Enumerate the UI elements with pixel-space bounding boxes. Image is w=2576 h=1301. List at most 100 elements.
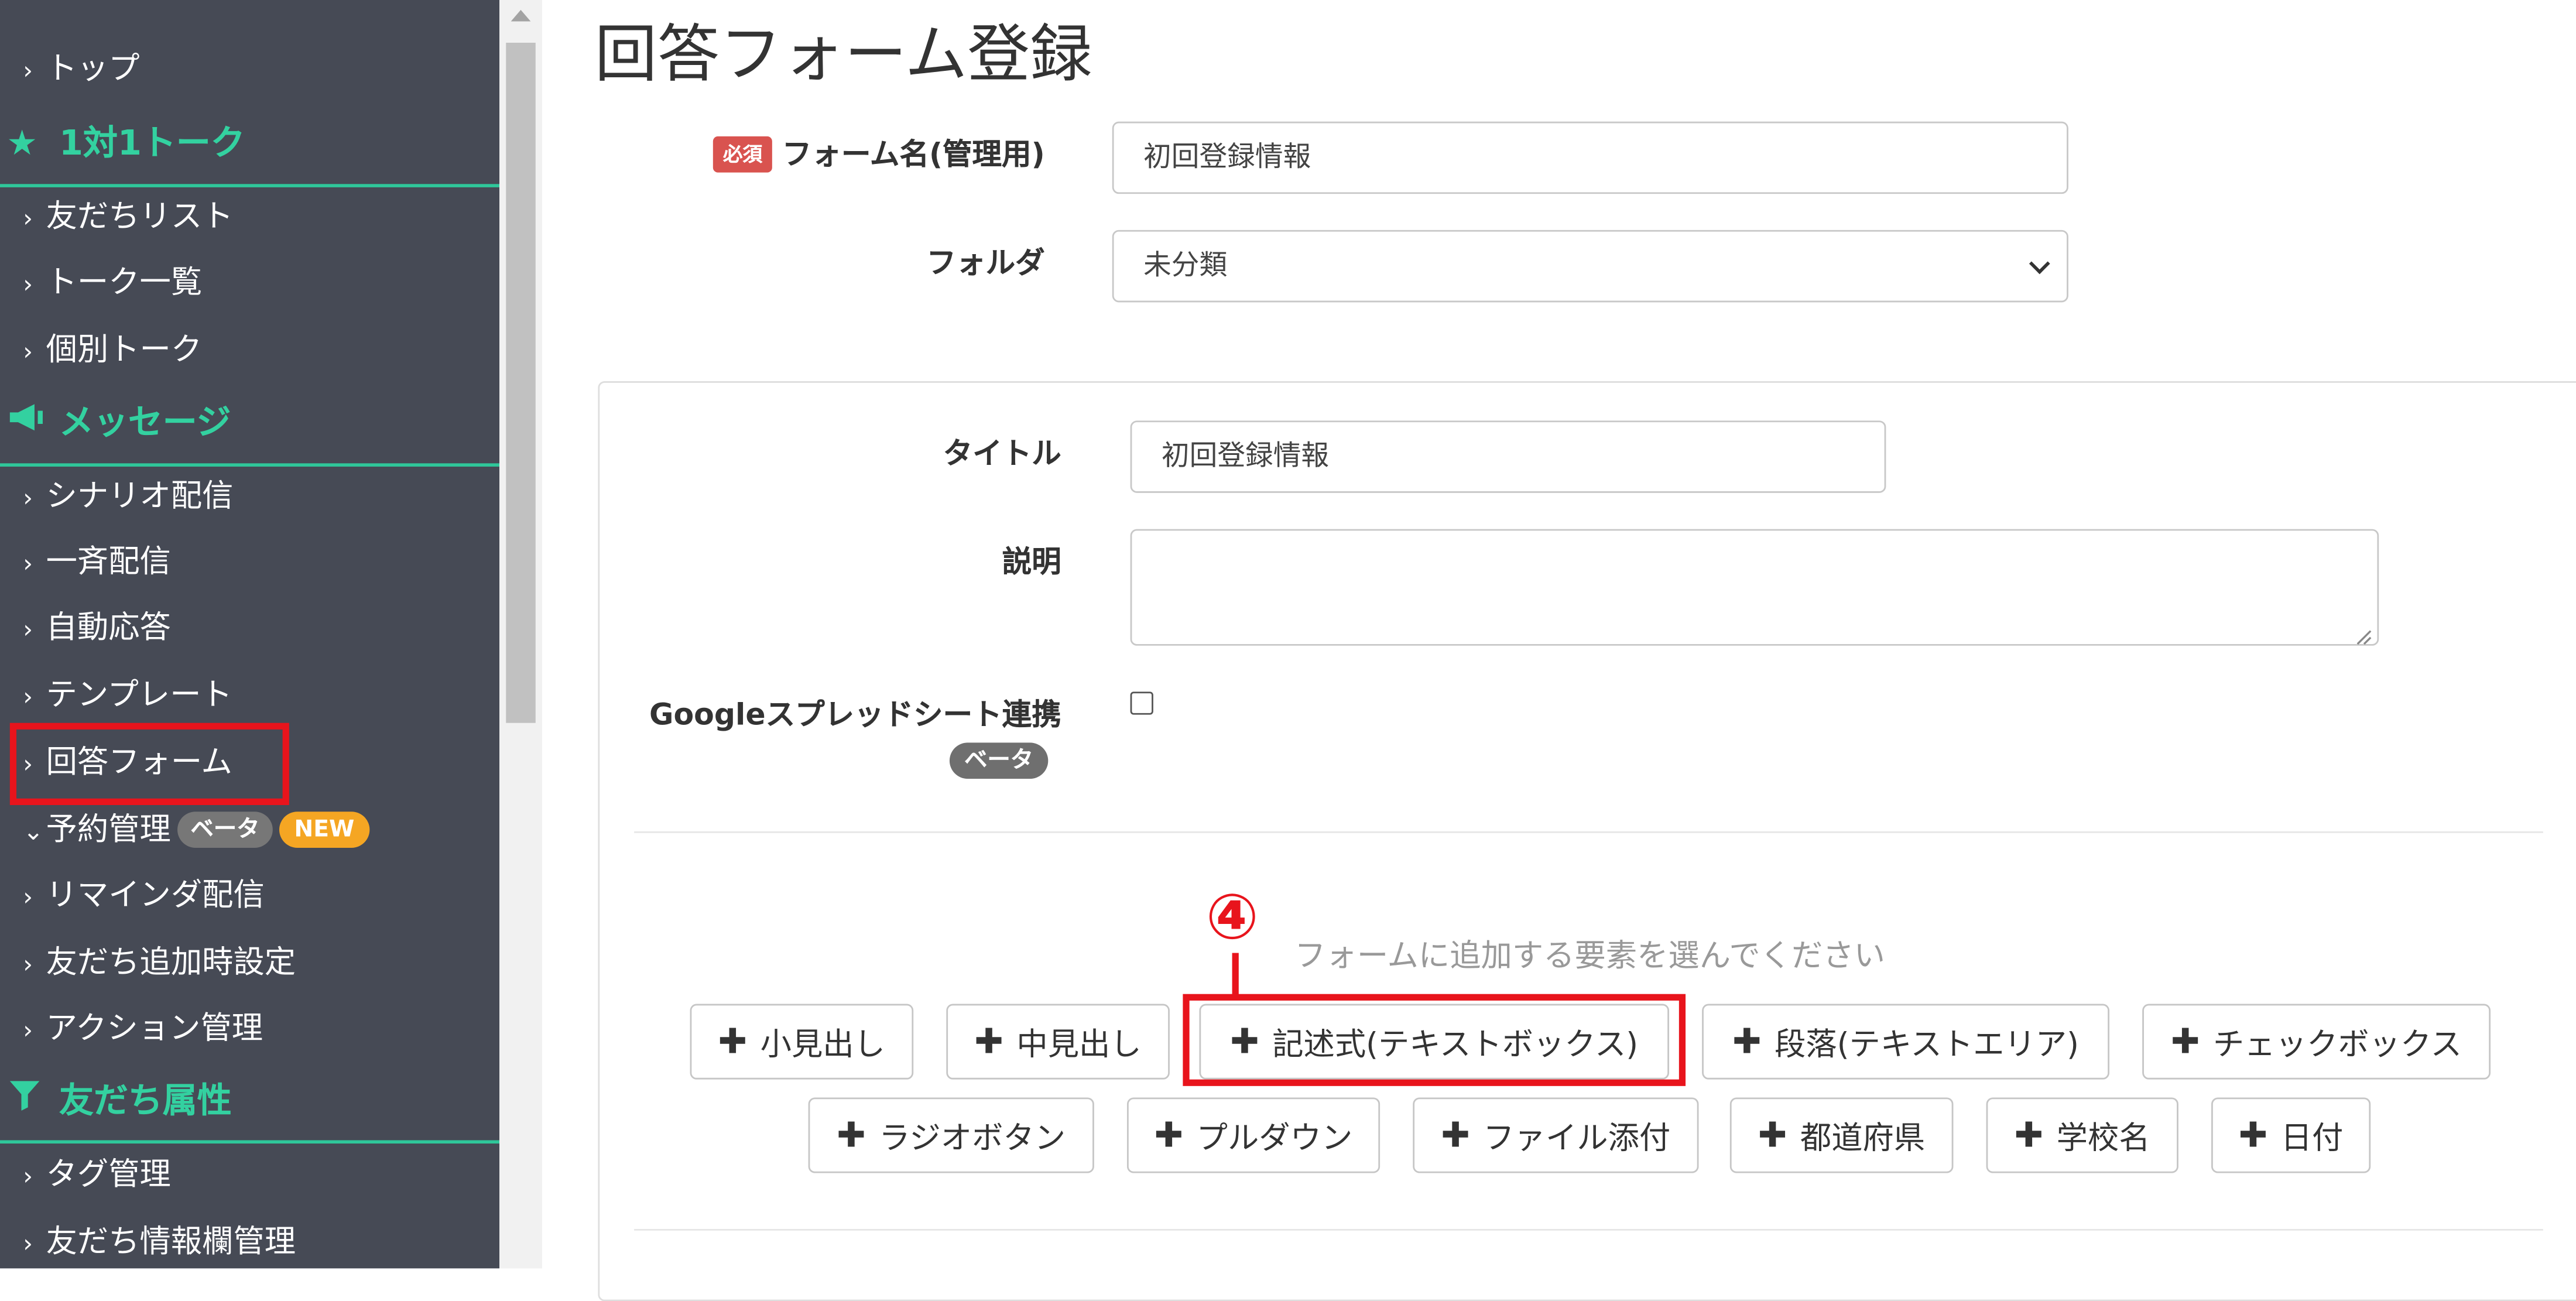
sidebar-item-label: テンプレート [46, 677, 232, 713]
add-file-button[interactable]: ✚ ファイル添付 [1413, 1097, 1699, 1173]
form-name-input[interactable]: 初回登録情報 [1112, 121, 2068, 194]
sidebar-item-tag-mgmt[interactable]: › タグ管理 [23, 1155, 171, 1196]
button-label: ファイル添付 [1483, 1119, 1671, 1156]
annotation-number: ④ [1205, 881, 1259, 953]
sidebar-item-label: 友だちリスト [46, 198, 234, 235]
sidebar-item-label: シナリオ配信 [46, 478, 234, 515]
sidebar-item-action-mgmt[interactable]: › アクション管理 [23, 1009, 263, 1050]
sidebar-item-talk-list[interactable]: › トーク一覧 [23, 263, 202, 304]
add-checkbox-button[interactable]: ✚ チェックボックス [2142, 1004, 2491, 1080]
sidebar-item-label: 一斉配信 [46, 543, 171, 580]
scrollbar-thumb[interactable] [506, 42, 536, 723]
chevron-right-icon: › [23, 882, 33, 912]
folder-select[interactable]: 未分類 [1112, 230, 2068, 303]
resize-grip-icon[interactable] [2352, 621, 2372, 645]
button-label: 小見出し [760, 1026, 885, 1063]
megaphone-icon [6, 399, 59, 446]
plus-icon: ✚ [718, 1022, 748, 1062]
filter-icon [6, 1076, 59, 1124]
sidebar-divider [0, 1140, 500, 1144]
sidebar-item-auto-reply[interactable]: › 自動応答 [23, 608, 171, 649]
sidebar-item-friend-info-mgmt[interactable]: › 友だち情報欄管理 [23, 1223, 296, 1264]
button-label: 日付 [2280, 1119, 2344, 1156]
add-prefecture-button[interactable]: ✚ 都道府県 [1729, 1097, 1954, 1173]
sidebar-item-reminder[interactable]: › リマインダ配信 [23, 876, 265, 917]
chevron-right-icon: › [23, 549, 33, 578]
sidebar-item-label: アクション管理 [46, 1010, 263, 1047]
sidebar-item-label: 友だち追加時設定 [46, 944, 296, 981]
sidebar-section-one-on-one: ★ 1対1トーク [6, 120, 245, 166]
form-name-label-text: フォーム名(管理用) [782, 138, 1045, 173]
chevron-down-icon: ⌄ [23, 816, 44, 847]
add-element-hint: フォームに追加する要素を選んでください [1294, 938, 1885, 975]
star-icon: ★ [6, 123, 38, 163]
sidebar-item-friend-list[interactable]: › 友だちリスト [23, 197, 233, 238]
sidebar-item-reservation[interactable]: ⌄ 予約管理 ベータ NEW [23, 810, 369, 851]
sidebar: › トップ ★ 1対1トーク › 友だちリスト › トーク一覧 › 個別トーク メッセージ… [0, 0, 500, 1269]
sheets-checkbox[interactable] [1130, 691, 1153, 715]
chevron-right-icon: › [23, 1161, 33, 1192]
chevron-right-icon: › [23, 269, 33, 299]
description-label: 説明 [1002, 545, 1061, 580]
sidebar-item-label: 友だち情報欄管理 [46, 1224, 296, 1261]
sidebar-divider [0, 184, 500, 187]
required-badge: 必須 [713, 136, 773, 173]
sidebar-section-friend-attr: 友だち属性 [6, 1076, 232, 1124]
button-label: チェックボックス [2213, 1026, 2462, 1063]
form-name-label: 必須 フォーム名(管理用) [683, 136, 1045, 176]
sidebar-item-label: 自動応答 [46, 610, 171, 646]
title-label: タイトル [943, 437, 1061, 472]
add-school-button[interactable]: ✚ 学校名 [1986, 1097, 2178, 1173]
button-label: 中見出し [1016, 1026, 1142, 1063]
sidebar-section-label: 友だち属性 [59, 1081, 232, 1121]
chevron-right-icon: › [23, 1015, 33, 1045]
chevron-right-icon: › [23, 949, 33, 980]
sidebar-item-template[interactable]: › テンプレート [23, 675, 232, 716]
sidebar-scrollbar[interactable] [499, 0, 543, 1269]
chevron-right-icon: › [23, 614, 33, 644]
folder-select-value: 未分類 [1143, 249, 1228, 283]
scroll-up-arrow-icon[interactable] [511, 9, 531, 22]
sheets-label: Googleスプレッドシート連携 [649, 698, 1061, 733]
highlight-box-answer-form [9, 723, 289, 805]
chevron-right-icon: › [23, 203, 33, 234]
button-label: ラジオボタン [879, 1119, 1066, 1156]
page-title: 回答フォーム登録 [594, 18, 1092, 91]
sidebar-item-individual-talk[interactable]: › 個別トーク [23, 330, 202, 371]
button-label: 学校名 [2056, 1119, 2150, 1156]
sidebar-item-label: 個別トーク [46, 331, 203, 368]
highlight-box-text-box [1183, 994, 1686, 1086]
plus-icon: ✚ [2238, 1115, 2268, 1155]
sidebar-item-label: トーク一覧 [46, 264, 203, 301]
sidebar-item-label: リマインダ配信 [46, 877, 265, 914]
divider [634, 1228, 2543, 1231]
sidebar-item-top[interactable]: › トップ [23, 49, 139, 90]
folder-label: フォルダ [926, 246, 1045, 281]
chevron-right-icon: › [23, 337, 33, 367]
chevron-down-icon [2029, 253, 2050, 275]
divider [634, 831, 2543, 833]
sidebar-item-label: トップ [46, 50, 140, 87]
description-textarea[interactable] [1130, 529, 2379, 646]
plus-icon: ✚ [1758, 1115, 1787, 1155]
chevron-right-icon: › [23, 56, 33, 85]
title-input[interactable]: 初回登録情報 [1130, 420, 1886, 493]
annotation-stem [1232, 953, 1239, 999]
sidebar-item-scenario[interactable]: › シナリオ配信 [23, 477, 233, 518]
sidebar-section-label: メッセージ [59, 402, 231, 442]
add-radio-button[interactable]: ✚ ラジオボタン [808, 1097, 1094, 1173]
add-paragraph-button[interactable]: ✚ 段落(テキストエリア) [1702, 1004, 2110, 1080]
add-medium-heading-button[interactable]: ✚ 中見出し [946, 1004, 1170, 1080]
app-root: › トップ ★ 1対1トーク › 友だちリスト › トーク一覧 › 個別トーク メッセージ… [0, 0, 2576, 1301]
sheets-beta-badge: ベータ [949, 742, 1049, 779]
button-label: 都道府県 [1800, 1119, 1926, 1156]
sidebar-item-friend-add-settings[interactable]: › 友だち追加時設定 [23, 943, 296, 984]
button-label: プルダウン [1196, 1119, 1353, 1156]
add-date-button[interactable]: ✚ 日付 [2211, 1097, 2371, 1173]
chevron-right-icon: › [23, 1228, 33, 1259]
add-pulldown-button[interactable]: ✚ プルダウン [1126, 1097, 1381, 1173]
chevron-right-icon: › [23, 682, 33, 712]
add-small-heading-button[interactable]: ✚ 小見出し [690, 1004, 914, 1080]
plus-icon: ✚ [1441, 1115, 1470, 1155]
sidebar-item-broadcast[interactable]: › 一斉配信 [23, 542, 171, 583]
